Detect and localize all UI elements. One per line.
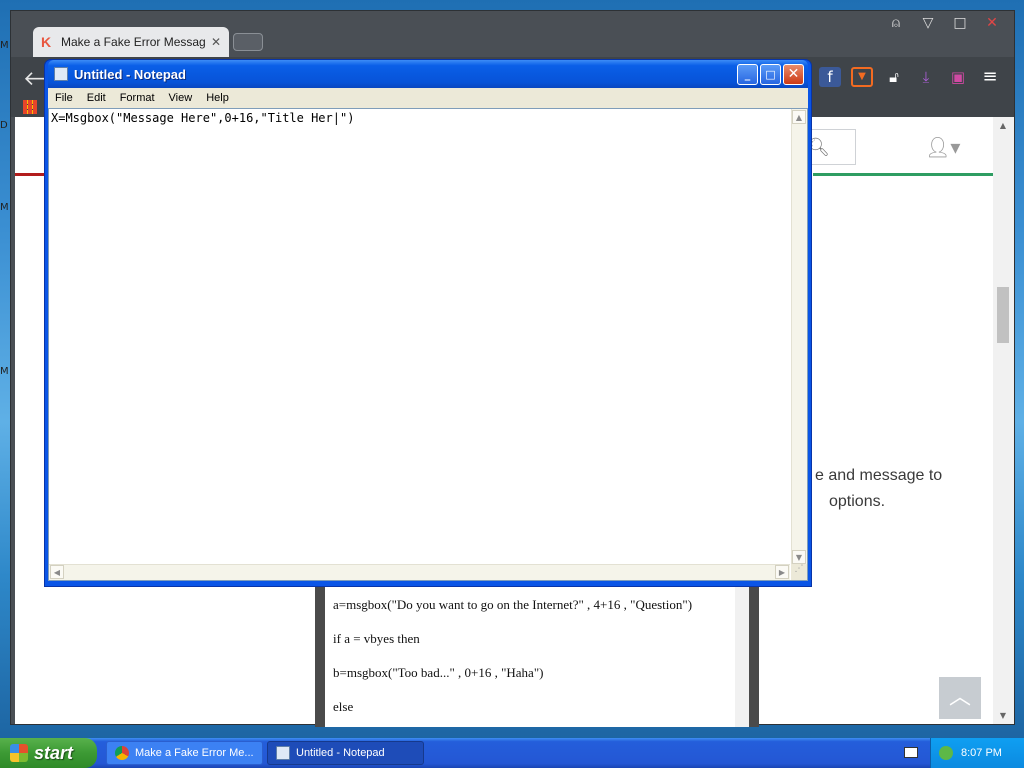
scroll-to-top-button[interactable]: ︿ (939, 677, 981, 719)
extension-icons: f ▼ 🔓︎ ⤓ ▣ ≡ (819, 67, 1001, 87)
new-tab-button[interactable] (233, 33, 263, 51)
chrome-icon (115, 746, 129, 760)
embed-scrollbar (735, 587, 749, 727)
code-line: if a = vbyes then (333, 631, 420, 646)
scroll-up-icon[interactable]: ▲ (997, 121, 1009, 130)
code-line: else (333, 699, 354, 714)
lock-icon[interactable]: 🔓︎ (883, 67, 905, 87)
taskbar-item-notepad[interactable]: Untitled - Notepad (267, 741, 424, 765)
minimize-button[interactable]: _ (737, 63, 758, 85)
browser-window-controls: ⍝ ▽ □ ✕ (884, 13, 1004, 33)
window-title: Untitled - Notepad (74, 66, 186, 82)
start-label: start (34, 742, 74, 763)
menu-bar: File Edit Format View Help (48, 88, 808, 108)
maximize-button[interactable]: □ (948, 13, 972, 33)
scroll-left-icon[interactable]: ◀ (50, 565, 64, 579)
code-sample: a=msgbox("Do you want to go on the Inter… (325, 587, 735, 727)
code-line: b=msgbox("Too bad..." , 0+16 , "Haha") (333, 665, 544, 680)
menu-format[interactable]: Format (113, 92, 162, 104)
profile-icon[interactable]: ⍝ (884, 13, 908, 33)
youtube-icon[interactable]: ▼ (851, 67, 873, 87)
windows-flag-icon (10, 744, 28, 762)
start-button[interactable]: start (0, 738, 97, 768)
notepad-window: Untitled - Notepad _ □ ✕ File Edit Forma… (44, 59, 812, 587)
scrollbar-thumb[interactable] (997, 287, 1009, 343)
notepad-titlebar[interactable]: Untitled - Notepad _ □ ✕ (48, 60, 808, 88)
tab-close-icon[interactable]: ✕ (211, 35, 221, 49)
resize-grip-icon[interactable]: ⋰ (791, 564, 807, 580)
system-tray: 8:07 PM (930, 738, 1024, 768)
scroll-down-icon[interactable]: ▼ (792, 550, 806, 564)
site-favicon-icon: K (41, 34, 52, 50)
tv-icon[interactable]: ▣ (947, 67, 969, 87)
network-icon[interactable] (939, 746, 953, 760)
code-line: a=msgbox("Do you want to go on the Inter… (333, 597, 693, 612)
taskbar-item-label: Make a Fake Error Me... (135, 747, 254, 759)
page-scrollbar[interactable]: ▲ ▼ (993, 117, 1014, 724)
maximize-button[interactable]: □ (760, 63, 781, 85)
menu-help[interactable]: Help (199, 92, 236, 104)
menu-edit[interactable]: Edit (80, 92, 113, 104)
text-editor[interactable]: X=Msgbox("Message Here",0+16,"Title Her|… (48, 108, 808, 581)
keyboard-icon[interactable] (904, 747, 918, 758)
taskbar-item-label: Untitled - Notepad (296, 747, 385, 759)
vertical-scrollbar[interactable]: ▲ ▼ (791, 109, 807, 565)
taskbar: start Make a Fake Error Me... Untitled -… (0, 738, 1024, 768)
taskbar-item-browser[interactable]: Make a Fake Error Me... (106, 741, 263, 765)
browser-tab[interactable]: K Make a Fake Error Message U ✕ (33, 27, 229, 57)
tab-title: Make a Fake Error Message U (61, 35, 205, 49)
facebook-icon[interactable]: f (819, 67, 841, 87)
clock[interactable]: 8:07 PM (961, 747, 1002, 759)
minimize-button[interactable]: ▽ (916, 13, 940, 33)
close-button[interactable]: ✕ (783, 63, 804, 85)
article-text: e and message to (815, 467, 943, 484)
scroll-down-icon[interactable]: ▼ (997, 711, 1009, 720)
menu-file[interactable]: File (48, 92, 80, 104)
article-text: options. (829, 493, 886, 510)
notepad-icon (276, 746, 290, 760)
scroll-up-icon[interactable]: ▲ (792, 110, 806, 124)
close-button[interactable]: ✕ (980, 13, 1004, 33)
notepad-icon (54, 67, 68, 81)
user-icon[interactable]: 👤︎▾ (925, 135, 960, 159)
menu-icon[interactable]: ≡ (979, 67, 1001, 87)
scroll-right-icon[interactable]: ▶ (775, 565, 789, 579)
apps-grid-icon[interactable] (23, 100, 37, 114)
horizontal-scrollbar[interactable]: ◀ ▶ (49, 564, 790, 580)
editor-content[interactable]: X=Msgbox("Message Here",0+16,"Title Her|… (51, 111, 354, 125)
embedded-code-image: a=msgbox("Do you want to go on the Inter… (315, 587, 759, 727)
download-icon[interactable]: ⤓ (915, 67, 937, 87)
header-accent-line (813, 173, 993, 176)
menu-view[interactable]: View (162, 92, 200, 104)
